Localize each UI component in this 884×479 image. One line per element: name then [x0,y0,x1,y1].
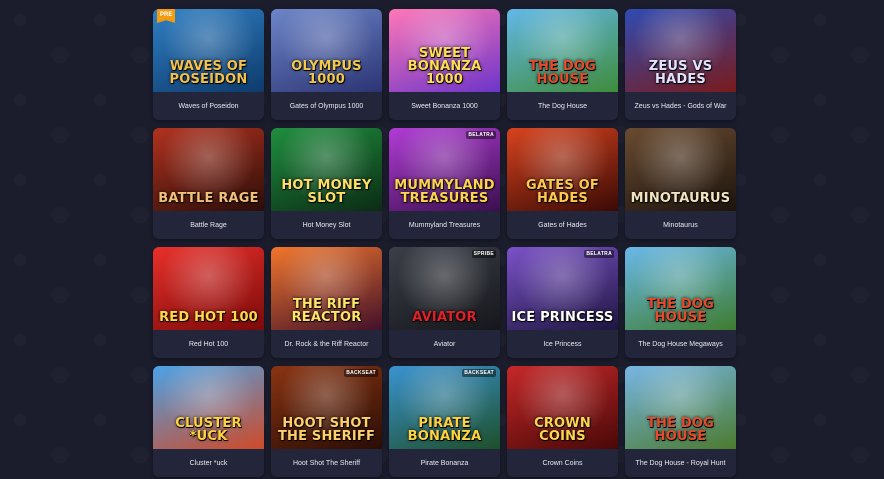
game-thumbnail[interactable]: The Riff Reactor [271,247,382,330]
game-logo-text: Gates of Hades [526,178,599,206]
game-card[interactable]: Red Hot 100 Red Hot 100 [153,247,264,358]
provider-logo: SPRIBE [471,250,496,258]
game-card[interactable]: The Dog House The Dog House Megaways [625,247,736,358]
game-card[interactable]: Sweet Bonanza 1000 Sweet Bonanza 1000 [389,9,500,120]
game-name[interactable]: Mummyland Treasures [389,211,500,239]
game-thumbnail[interactable]: Hot Money Slot [271,128,382,211]
game-card[interactable]: Cluster *uck Cluster *uck [153,366,264,477]
game-card[interactable]: The Dog House The Dog House - Royal Hunt [625,366,736,477]
game-logo-text: Mummyland Treasures [394,178,495,206]
game-thumbnail[interactable]: BACKSEAT Pirate Bonanza [389,366,500,449]
game-logo-text: Crown Coins [534,416,591,444]
game-name[interactable]: The Dog House [507,92,618,120]
game-name[interactable]: Crown Coins [507,449,618,477]
game-logo-text: Waves of Poseidon [169,59,248,87]
game-name[interactable]: Dr. Rock & the Riff Reactor [271,330,382,358]
game-thumbnail[interactable]: Sweet Bonanza 1000 [389,9,500,92]
provider-logo: BACKSEAT [462,369,496,377]
game-grid: PRE Waves of Poseidon Waves of Poseidon Oly… [153,9,736,477]
game-logo-text: Battle Rage [158,191,259,206]
game-card[interactable]: Gates of Hades Gates of Hades [507,128,618,239]
provider-logo: BELATRA [466,131,496,139]
game-name[interactable]: Gates of Olympus 1000 [271,92,382,120]
game-thumbnail[interactable]: The Dog House [625,366,736,449]
game-thumbnail[interactable]: The Dog House [625,247,736,330]
game-thumbnail[interactable]: Olympus 1000 [271,9,382,92]
game-logo-text: Cluster *uck [175,416,242,444]
game-logo-text: Ice Princess [511,310,614,325]
game-name[interactable]: Zeus vs Hades - Gods of War [625,92,736,120]
game-logo-text: Aviator [412,310,477,325]
game-logo-text: Minotaurus [630,191,731,206]
game-card[interactable]: Battle Rage Battle Rage [153,128,264,239]
game-thumbnail[interactable]: Minotaurus [625,128,736,211]
game-name[interactable]: Gates of Hades [507,211,618,239]
game-thumbnail[interactable]: The Dog House [507,9,618,92]
game-name[interactable]: Minotaurus [625,211,736,239]
game-thumbnail[interactable]: Battle Rage [153,128,264,211]
game-logo-text: The Dog House [646,416,715,444]
game-name[interactable]: The Dog House Megaways [625,330,736,358]
game-name[interactable]: Sweet Bonanza 1000 [389,92,500,120]
game-name[interactable]: Ice Princess [507,330,618,358]
game-logo-text: Pirate Bonanza [407,416,482,444]
game-name[interactable]: Pirate Bonanza [389,449,500,477]
game-card[interactable]: BELATRA Mummyland Treasures Mummyland Trea… [389,128,500,239]
provider-logo: BACKSEAT [344,369,378,377]
provider-logo: BELATRA [584,250,614,258]
game-thumbnail[interactable]: SPRIBE Aviator [389,247,500,330]
game-logo-text: The Dog House [528,59,597,87]
game-logo-text: The Dog House [646,297,715,325]
game-name[interactable]: Red Hot 100 [153,330,264,358]
game-card[interactable]: SPRIBE Aviator Aviator [389,247,500,358]
game-logo-text: Zeus vs Hades [648,59,713,87]
game-name[interactable]: Waves of Poseidon [153,92,264,120]
game-name[interactable]: Cluster *uck [153,449,264,477]
game-thumbnail[interactable]: BACKSEAT Hoot Shot The Sheriff [271,366,382,449]
game-name[interactable]: Aviator [389,330,500,358]
game-logo-text: Hoot Shot The Sheriff [277,416,376,444]
game-card[interactable]: Hot Money Slot Hot Money Slot [271,128,382,239]
game-thumbnail[interactable]: BELATRA Mummyland Treasures [389,128,500,211]
game-name[interactable]: Battle Rage [153,211,264,239]
game-card[interactable]: Crown Coins Crown Coins [507,366,618,477]
game-card[interactable]: The Riff Reactor Dr. Rock & the Riff Reac… [271,247,382,358]
game-card[interactable]: PRE Waves of Poseidon Waves of Poseidon [153,9,264,120]
game-logo-text: Olympus 1000 [291,59,362,87]
game-card[interactable]: BELATRA Ice Princess Ice Princess [507,247,618,358]
game-name[interactable]: Hoot Shot The Sheriff [271,449,382,477]
game-thumbnail[interactable]: Cluster *uck [153,366,264,449]
game-name[interactable]: Hot Money Slot [271,211,382,239]
game-thumbnail[interactable]: BELATRA Ice Princess [507,247,618,330]
game-thumbnail[interactable]: Red Hot 100 [153,247,264,330]
game-thumbnail[interactable]: Zeus vs Hades [625,9,736,92]
game-thumbnail[interactable]: Gates of Hades [507,128,618,211]
game-name[interactable]: The Dog House - Royal Hunt [625,449,736,477]
game-logo-text: Hot Money Slot [281,178,372,206]
game-card[interactable]: BACKSEAT Hoot Shot The Sheriff Hoot Shot T… [271,366,382,477]
game-card[interactable]: BACKSEAT Pirate Bonanza Pirate Bonanza [389,366,500,477]
game-card[interactable]: The Dog House The Dog House [507,9,618,120]
game-logo-text: Red Hot 100 [159,310,258,325]
game-card[interactable]: Olympus 1000 Gates of Olympus 1000 [271,9,382,120]
game-thumbnail[interactable]: PRE Waves of Poseidon [153,9,264,92]
game-thumbnail[interactable]: Crown Coins [507,366,618,449]
game-card[interactable]: Zeus vs Hades Zeus vs Hades - Gods of War [625,9,736,120]
game-card[interactable]: Minotaurus Minotaurus [625,128,736,239]
game-logo-text: Sweet Bonanza 1000 [407,46,482,87]
game-logo-text: The Riff Reactor [291,297,362,325]
